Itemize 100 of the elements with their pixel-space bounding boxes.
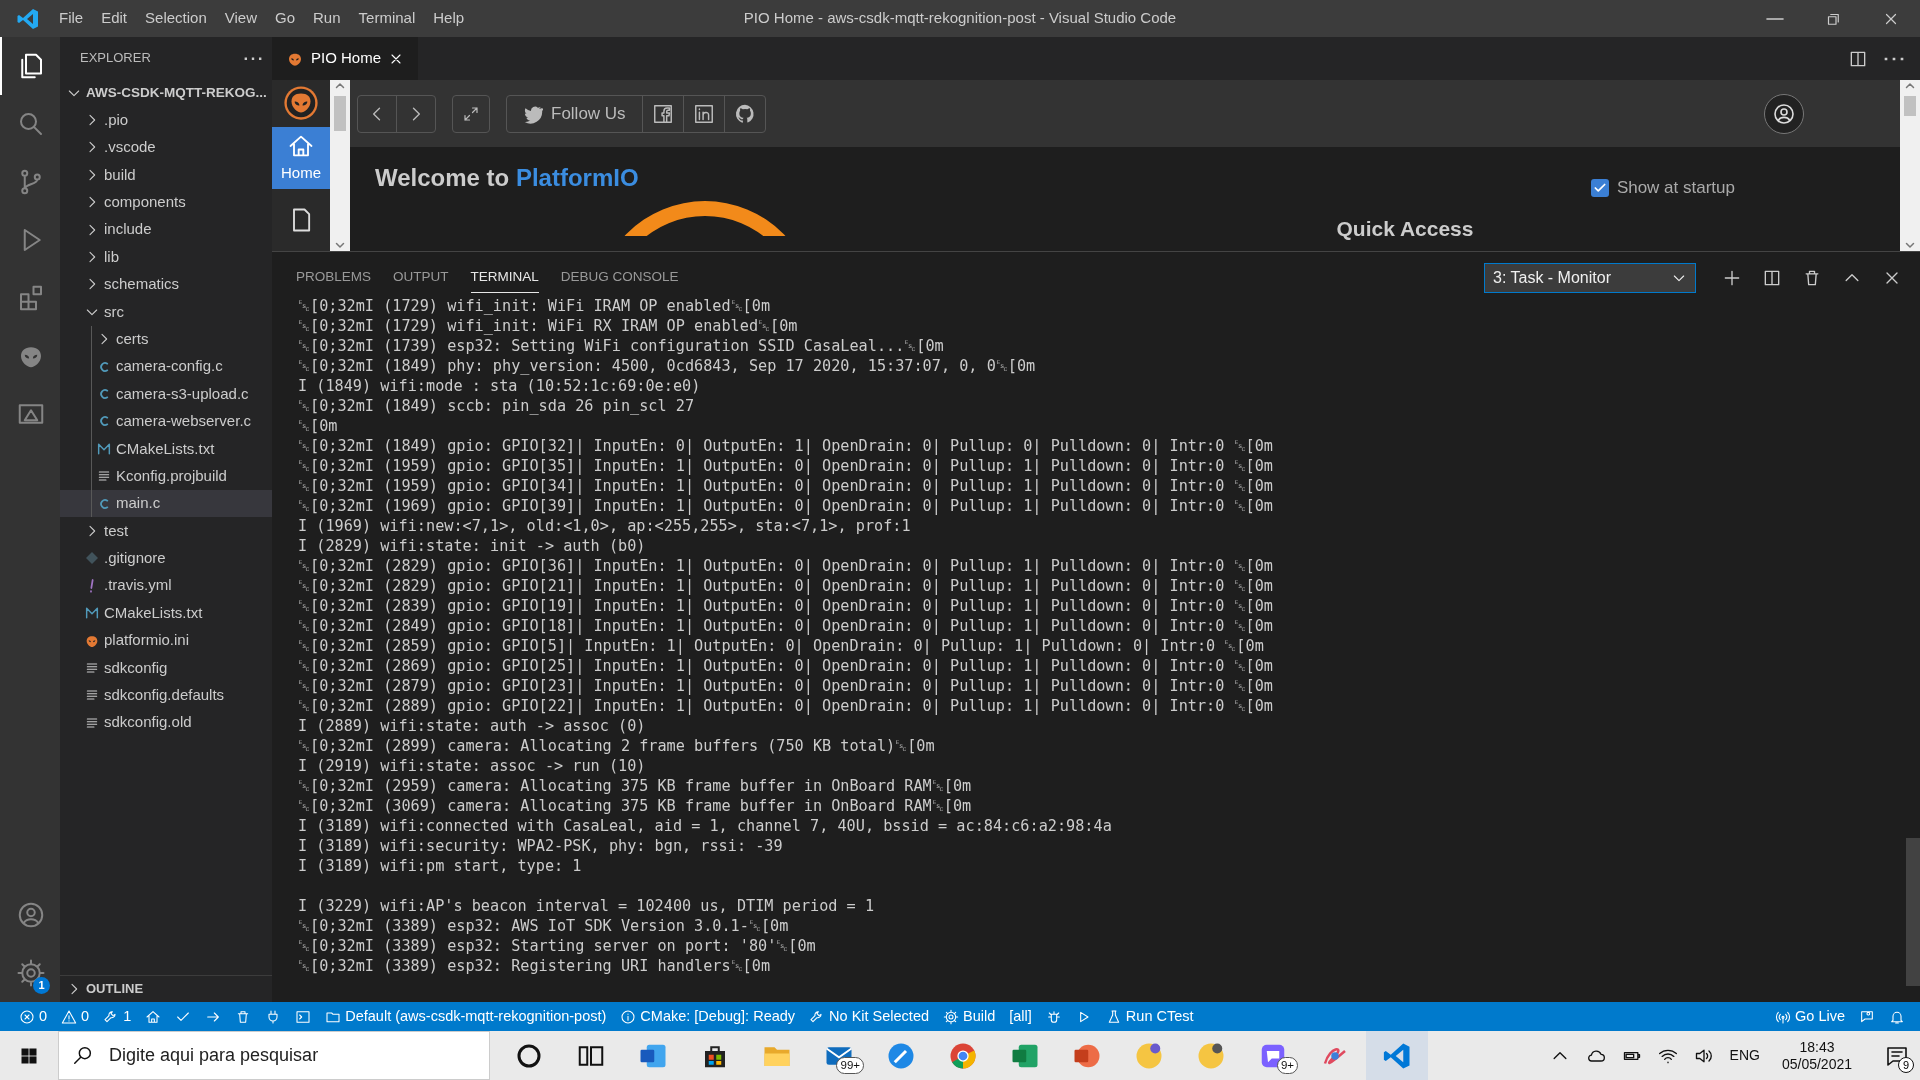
tree-item[interactable]: test bbox=[60, 517, 272, 545]
status-item[interactable]: 1 bbox=[96, 1002, 139, 1031]
split-layout-icon bbox=[1762, 268, 1782, 288]
panel-tab[interactable]: TERMINAL bbox=[470, 263, 539, 293]
terminal-line: ␛[0;32mI (3389) esp32: Registering URI handlers␛[0m bbox=[298, 956, 771, 976]
taskbar-app[interactable]: 9+ bbox=[1242, 1031, 1304, 1080]
panel-tab[interactable]: PROBLEMS bbox=[296, 263, 372, 293]
status-item[interactable]: Default (aws-csdk-mqtt-rekognition-post) bbox=[318, 1002, 614, 1031]
home-icon bbox=[145, 1008, 162, 1025]
linkedin-icon bbox=[692, 102, 715, 125]
status-item[interactable]: Build bbox=[936, 1002, 1003, 1031]
tree-item[interactable]: lib bbox=[60, 243, 272, 271]
panel-tab[interactable]: DEBUG CONSOLE bbox=[560, 263, 679, 293]
tree-item[interactable]: .gitignore bbox=[60, 544, 272, 573]
startup-checkbox[interactable]: Show at startup bbox=[1590, 175, 1735, 201]
language-indicator[interactable]: ENG bbox=[1729, 1045, 1760, 1066]
terminal-line: ␛[0;32mI (2829) gpio: GPIO[36]| InputEn: 1| OutputEn: 0| OpenDrain: 0| Pullup: 1| Pulldown: 0| Intr:0 ␛[0m bbox=[298, 556, 1273, 576]
tree-item[interactable]: Kconfig.projbuild bbox=[60, 462, 272, 490]
warning-icon bbox=[61, 1008, 78, 1025]
tree-item[interactable]: src bbox=[60, 298, 272, 326]
gear-icon bbox=[16, 958, 46, 988]
terminal-line: ␛[0;32mI (1729) wifi_init: WiFi IRAM OP enabled␛[0m bbox=[298, 296, 771, 316]
account-button[interactable] bbox=[1764, 93, 1804, 134]
tree-item[interactable]: camera-s3-upload.c bbox=[60, 380, 272, 408]
terminal-icon bbox=[295, 1008, 312, 1025]
status-item[interactable]: CMake: [Debug]: Ready bbox=[613, 1002, 803, 1031]
terminal-line: ␛[0;32mI (2829) gpio: GPIO[21]| InputEn: 1| OutputEn: 0| OpenDrain: 0| Pullup: 1| Pulldown: 0| Intr:0 ␛[0m bbox=[298, 576, 1273, 596]
fullscreen-button[interactable] bbox=[452, 94, 490, 133]
clock[interactable]: 18:43 05/05/2021 bbox=[1775, 1037, 1858, 1074]
terminal-line: ␛[0;32mI (3389) esp32: Starting server on port: '80'␛[0m bbox=[298, 936, 816, 956]
scroll-thumb[interactable] bbox=[1906, 838, 1920, 986]
person-icon bbox=[16, 900, 46, 930]
tree-item[interactable]: sdkconfig bbox=[60, 654, 272, 682]
diamond-icon bbox=[84, 550, 100, 567]
menu-item[interactable]: Terminal bbox=[349, 7, 425, 30]
tree-item[interactable]: sdkconfig.old bbox=[60, 709, 272, 737]
terminal-line: ␛[0;32mI (1969) gpio: GPIO[39]| InputEn: 1| OutputEn: 0| OpenDrain: 0| Pullup: 1| Pulldown: 0| Intr:0 ␛[0m bbox=[298, 496, 1273, 516]
menu-item[interactable]: Edit bbox=[92, 7, 137, 30]
scroll-thumb[interactable] bbox=[334, 96, 346, 131]
count-badge: 9+ bbox=[1276, 1057, 1298, 1074]
app-logo-icon bbox=[16, 6, 40, 31]
menu-item[interactable]: Run bbox=[304, 7, 350, 30]
terminal-line: ␛[0;32mI (2959) camera: Allocating 375 KB frame buffer in OnBoard RAM␛[0m bbox=[298, 776, 972, 796]
tree-item[interactable]: CMakeLists.txt bbox=[60, 599, 272, 627]
status-item[interactable]: 0 bbox=[54, 1002, 97, 1031]
notifications-button[interactable]: 9 bbox=[1874, 1031, 1920, 1080]
terminal-line: ␛[0;32mI (1959) gpio: GPIO[35]| InputEn: 1| OutputEn: 0| OpenDrain: 0| Pullup: 1| Pulldown: 0| Intr:0 ␛[0m bbox=[298, 456, 1273, 476]
terminal-line: ␛[0;32mI (1739) esp32: Setting WiFi configuration SSID CasaLeal...␛[0m bbox=[298, 336, 944, 356]
tree-item[interactable]: components bbox=[60, 188, 272, 216]
status-item[interactable]: Go Live bbox=[1768, 1002, 1852, 1031]
editor-tab[interactable]: PIO Home bbox=[272, 37, 419, 80]
menu-item[interactable]: Selection bbox=[136, 7, 216, 30]
nav-button[interactable]: Home bbox=[272, 126, 330, 189]
minimize-icon bbox=[1766, 17, 1784, 20]
panel-tab[interactable]: OUTPUT bbox=[393, 263, 449, 293]
terminal-line: ␛[0;32mI (1849) phy: phy_version: 4500, 0cd6843, Sep 17 2020, 15:37:07, 0, 0␛[0m bbox=[298, 356, 1036, 376]
tree-item[interactable]: camera-webserver.c bbox=[60, 407, 272, 436]
status-item[interactable]: 0 bbox=[12, 1002, 55, 1031]
tree-item[interactable]: platformio.ini bbox=[60, 626, 272, 655]
settings-button[interactable]: 1 bbox=[0, 944, 60, 1002]
tree-item[interactable]: build bbox=[60, 161, 272, 189]
terminal-line: ␛[0;32mI (3069) camera: Allocating 375 KB frame buffer in OnBoard RAM␛[0m bbox=[298, 796, 972, 816]
taskbar-app[interactable]: 99+ bbox=[808, 1031, 870, 1080]
terminal-dropdown[interactable]: 3: Task - Monitor bbox=[1484, 263, 1696, 293]
tree-item[interactable]: AWS-CSDK-MQTT-REKOG... bbox=[60, 79, 272, 107]
count-badge: 9 bbox=[1898, 1057, 1914, 1073]
error-icon bbox=[19, 1008, 35, 1025]
count-badge: 1 bbox=[33, 977, 50, 994]
tree-item[interactable]: .travis.yml bbox=[60, 572, 272, 600]
status-item[interactable]: [all] bbox=[1002, 1002, 1039, 1031]
menu-item[interactable]: File bbox=[50, 7, 93, 30]
expand-icon bbox=[462, 104, 480, 123]
terminal-line: I (2889) wifi:state: auth -> assoc (0) bbox=[298, 716, 646, 736]
status-item[interactable]: No Kit Selected bbox=[802, 1002, 937, 1031]
tree-item[interactable]: certs bbox=[60, 325, 272, 353]
person-icon bbox=[1772, 101, 1796, 126]
menu-item[interactable]: Help bbox=[424, 7, 474, 30]
tree-item[interactable]: sdkconfig.defaults bbox=[60, 681, 272, 709]
more-icon bbox=[244, 56, 262, 61]
github-icon bbox=[733, 102, 756, 125]
status-item[interactable]: Run CTest bbox=[1098, 1002, 1201, 1031]
terminal-line: I (3189) wifi:connected with CasaLeal, aid = 1, channel 7, 40U, bssid = ac:84:c6:a2:98:4a bbox=[298, 816, 1112, 836]
terminal-line: ␛[0;32mI (2859) gpio: GPIO[5]| InputEn: 1| OutputEn: 0| OpenDrain: 0| Pullup: 1| Pulldown: 0| Intr:0 ␛[0m bbox=[298, 636, 1264, 656]
tree-item[interactable]: camera-config.c bbox=[60, 352, 272, 381]
tree-item[interactable]: include bbox=[60, 215, 272, 244]
plus-icon bbox=[1722, 268, 1742, 288]
terminal-line: I (1969) wifi:new:<7,1>, old:<1,0>, ap:<255,255>, sta:<7,1>, prof:1 bbox=[298, 516, 911, 536]
terminal-line: I (2829) wifi:state: init -> auth (b0) bbox=[298, 536, 646, 556]
tree-item[interactable]: schematics bbox=[60, 270, 272, 299]
tree-item[interactable]: .pio bbox=[60, 106, 272, 134]
tree-item[interactable]: CMakeLists.txt bbox=[60, 435, 272, 463]
scroll-thumb[interactable] bbox=[1904, 96, 1916, 116]
menu-item[interactable]: Go bbox=[266, 7, 304, 30]
search-field[interactable]: Digite aqui para pesquisar bbox=[58, 1031, 490, 1080]
tree-item[interactable]: .vscode bbox=[60, 133, 272, 162]
tree-item[interactable]: main.c bbox=[60, 489, 272, 518]
menu-item[interactable]: View bbox=[215, 7, 266, 30]
terminal-line: ␛[0;32mI (1959) gpio: GPIO[34]| InputEn: 1| OutputEn: 0| OpenDrain: 0| Pullup: 1| Pulldown: 0| Intr:0 ␛[0m bbox=[298, 476, 1273, 496]
terminal-line: I (1849) wifi:mode : sta (10:52:1c:69:0e:e0) bbox=[298, 376, 701, 396]
terminal-line: ␛[0;32mI (2889) gpio: GPIO[22]| InputEn: 1| OutputEn: 0| OpenDrain: 0| Pullup: 1| Pulldown: 0| Intr:0 ␛[0m bbox=[298, 696, 1273, 716]
